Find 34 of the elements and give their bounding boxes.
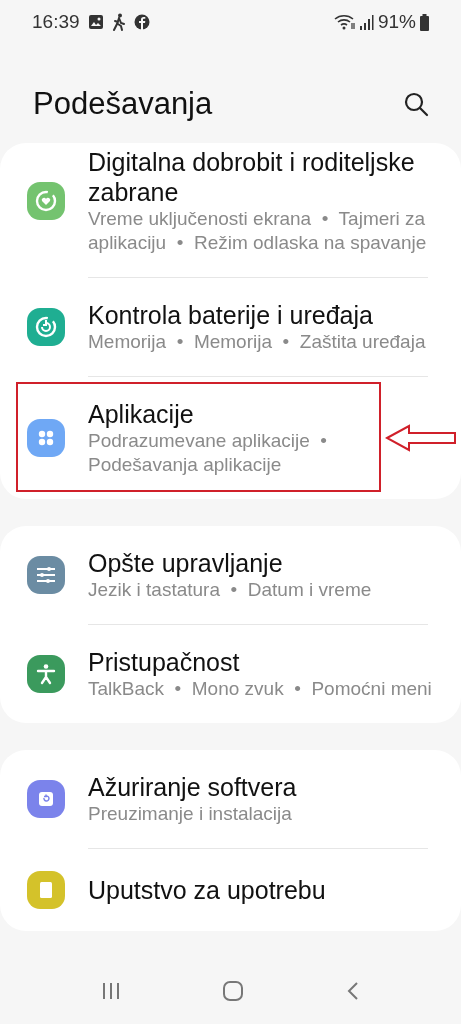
battery-icon <box>420 13 429 31</box>
item-title: Digitalna dobrobit i roditeljske zabrane <box>88 147 416 207</box>
pointer-arrow <box>385 424 457 452</box>
item-title: Kontrola baterije i uređaja <box>88 300 374 330</box>
page-title: Podešavanja <box>33 88 213 120</box>
item-subtitle: Podrazumevane aplikacije • Podešavanja aplikacije <box>88 429 328 477</box>
item-title: Opšte upravljanje <box>88 548 284 578</box>
settings-item[interactable]: Opšte upravljanje Jezik i tastatura • Datum i vreme <box>0 526 461 624</box>
walking-icon <box>111 13 126 31</box>
item-subtitle: Jezik i tastatura • Datum i vreme <box>88 578 373 602</box>
clock: 16:39 <box>32 9 80 34</box>
item-subtitle: TalkBack • Mono zvuk • Pomoćni meni <box>88 677 433 701</box>
settings-item[interactable]: Pristupačnost TalkBack • Mono zvuk • Pomoćni meni <box>0 625 461 723</box>
gallery-icon <box>87 14 104 30</box>
settings-item[interactable]: Kontrola baterije i uređaja Memorija • Memorija • Zaštita uređaja <box>0 278 461 376</box>
item-title: Pristupačnost <box>88 647 241 677</box>
item-title: Aplikacije <box>88 399 195 429</box>
item-title: Uputstvo za upotrebu <box>88 875 327 905</box>
item-subtitle: Preuzimanje i instalacija <box>88 802 293 826</box>
item-subtitle: Vreme uključenosti ekrana • Tajmeri za aplikaciju • Režim odlaska na spavanje <box>88 207 428 255</box>
settings-item[interactable]: Digitalna dobrobit i roditeljske zabrane Vreme uključenosti ekrana • Tajmeri za aplikaciju • Režim odlaska na spavanje <box>0 143 461 277</box>
battery-percent: 91% <box>377 9 416 34</box>
settings-item[interactable]: Aplikacije Podrazumevane aplikacije • Podešavanja aplikacije <box>0 377 461 499</box>
home-icon[interactable] <box>222 980 245 1002</box>
search-icon[interactable] <box>403 91 429 117</box>
back-icon[interactable] <box>346 980 361 1002</box>
notification-icon <box>133 14 150 30</box>
recent-apps-icon[interactable] <box>100 981 121 1001</box>
settings-item[interactable]: Uputstvo za upotrebu <box>0 849 461 931</box>
wifi-icon <box>333 14 356 30</box>
settings-item[interactable]: Ažuriranje softvera Preuzimanje i instalacija <box>0 750 461 848</box>
item-title: Ažuriranje softvera <box>88 772 298 802</box>
signal-icon <box>359 14 374 30</box>
item-subtitle: Memorija • Memorija • Zaštita uređaja <box>88 330 427 354</box>
